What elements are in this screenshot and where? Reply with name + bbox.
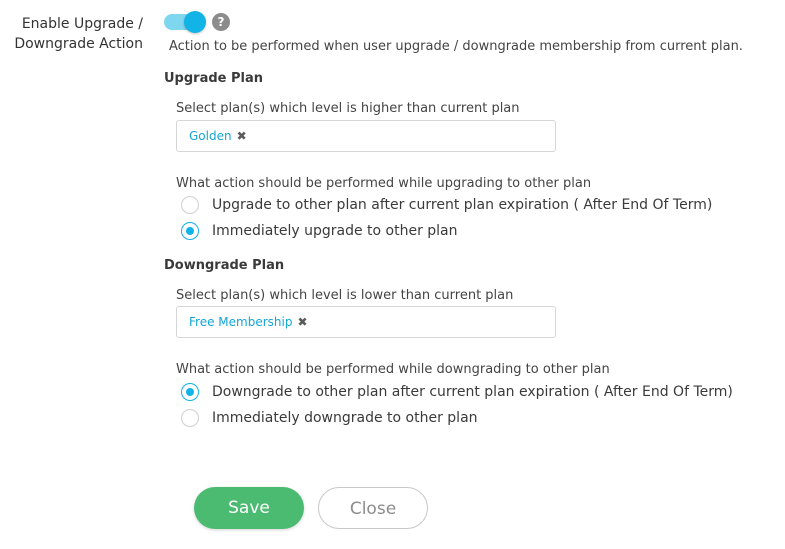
chip-label: Golden bbox=[189, 129, 232, 143]
radio-dot bbox=[186, 227, 194, 235]
downgrade-plan-heading: Downgrade Plan bbox=[164, 258, 285, 273]
save-button[interactable]: Save bbox=[194, 487, 304, 529]
radio-button-selected[interactable] bbox=[181, 383, 199, 401]
radio-label: Upgrade to other plan after current plan… bbox=[212, 197, 713, 213]
radio-button-selected[interactable] bbox=[181, 222, 199, 240]
setting-label: Enable Upgrade / Downgrade Action bbox=[0, 14, 143, 54]
radio-label: Immediately downgrade to other plan bbox=[212, 410, 478, 426]
downgrade-select-label: Select plan(s) which level is lower than… bbox=[176, 288, 514, 303]
setting-description: Action to be performed when user upgrade… bbox=[169, 39, 743, 54]
radio-label: Downgrade to other plan after current pl… bbox=[212, 384, 733, 400]
selected-plan-chip: Free Membership ✖ bbox=[189, 315, 308, 329]
enable-upgrade-downgrade-toggle[interactable] bbox=[164, 11, 206, 33]
upgrade-plan-select[interactable]: Golden ✖ bbox=[176, 120, 556, 152]
upgrade-plan-heading: Upgrade Plan bbox=[164, 71, 264, 86]
remove-x-icon[interactable]: ✖ bbox=[297, 315, 307, 329]
toggle-knob bbox=[184, 11, 206, 33]
remove-x-icon[interactable]: ✖ bbox=[237, 129, 247, 143]
downgrade-action-label: What action should be performed while do… bbox=[176, 362, 610, 377]
radio-button[interactable] bbox=[181, 409, 199, 427]
chip-label: Free Membership bbox=[189, 315, 293, 329]
radio-button[interactable] bbox=[181, 196, 199, 214]
question-mark-icon[interactable]: ? bbox=[212, 13, 230, 31]
setting-label-line2: Downgrade Action bbox=[14, 36, 143, 52]
radio-dot bbox=[186, 388, 194, 396]
upgrade-action-label: What action should be performed while up… bbox=[176, 176, 592, 191]
close-button[interactable]: Close bbox=[318, 487, 428, 529]
membership-action-form: Enable Upgrade / Downgrade Action ? Acti… bbox=[0, 0, 785, 549]
upgrade-select-label: Select plan(s) which level is higher tha… bbox=[176, 101, 520, 116]
downgrade-plan-select[interactable]: Free Membership ✖ bbox=[176, 306, 556, 338]
radio-label: Immediately upgrade to other plan bbox=[212, 223, 458, 239]
selected-plan-chip: Golden ✖ bbox=[189, 129, 247, 143]
setting-label-line1: Enable Upgrade / bbox=[21, 16, 143, 32]
